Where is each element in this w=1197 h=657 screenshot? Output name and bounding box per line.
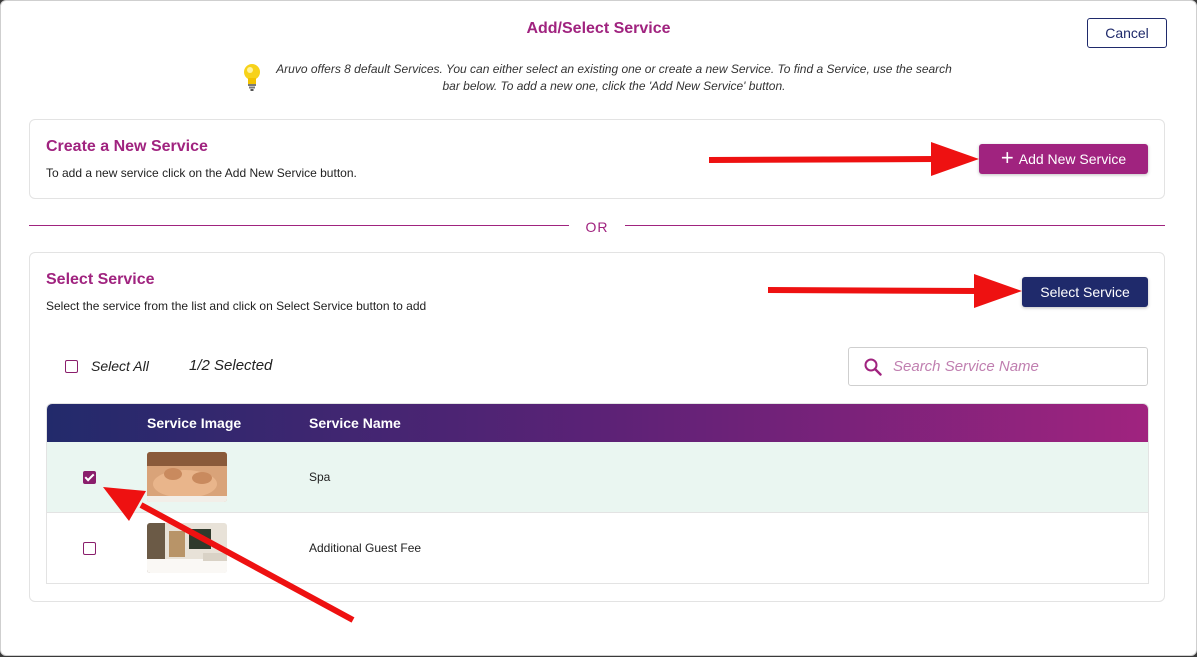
plus-icon: + bbox=[1000, 145, 1014, 170]
divider-line-left bbox=[29, 225, 569, 226]
search-icon bbox=[864, 358, 882, 376]
table-header: Service Image Service Name bbox=[47, 404, 1148, 442]
table-row[interactable]: Spa bbox=[47, 442, 1148, 513]
select-all-checkbox[interactable] bbox=[65, 360, 78, 373]
additional-guest-fee-image bbox=[147, 523, 227, 573]
add-new-service-button[interactable]: + Add New Service bbox=[979, 144, 1148, 174]
service-name-cell: Spa bbox=[309, 470, 331, 484]
table-row[interactable]: Additional Guest Fee bbox=[47, 513, 1148, 583]
select-all-label: Select All bbox=[91, 358, 149, 374]
service-name-cell: Additional Guest Fee bbox=[309, 541, 422, 555]
create-section-title: Create a New Service bbox=[46, 138, 208, 155]
lightbulb-icon bbox=[244, 64, 260, 91]
cancel-button[interactable]: Cancel bbox=[1087, 18, 1167, 48]
create-section-description: To add a new service click on the Add Ne… bbox=[46, 166, 357, 180]
search-box bbox=[848, 347, 1148, 386]
row-checkbox[interactable] bbox=[83, 542, 96, 555]
divider-line-right bbox=[625, 225, 1165, 226]
search-service-input[interactable] bbox=[893, 348, 1133, 385]
select-section-description: Select the service from the list and cli… bbox=[46, 299, 427, 313]
select-section-title: Select Service bbox=[46, 271, 155, 288]
info-text: Aruvo offers 8 default Services. You can… bbox=[276, 62, 952, 93]
row-checkbox[interactable] bbox=[83, 471, 96, 484]
column-header-service-image: Service Image bbox=[147, 415, 242, 431]
or-divider-label: OR bbox=[585, 219, 609, 235]
spa-service-image bbox=[147, 452, 227, 502]
column-header-service-name: Service Name bbox=[309, 415, 401, 431]
add-select-service-dialog: Add/Select Service Cancel Aruvo offers 8… bbox=[0, 0, 1197, 656]
add-new-service-label: Add New Service bbox=[1018, 151, 1127, 167]
services-table: Service Image Service Name Spa Additiona… bbox=[46, 403, 1149, 584]
selected-count: 1/2 Selected bbox=[189, 357, 273, 374]
dialog-title: Add/Select Service bbox=[526, 20, 671, 37]
select-service-button[interactable]: Select Service bbox=[1022, 277, 1148, 307]
